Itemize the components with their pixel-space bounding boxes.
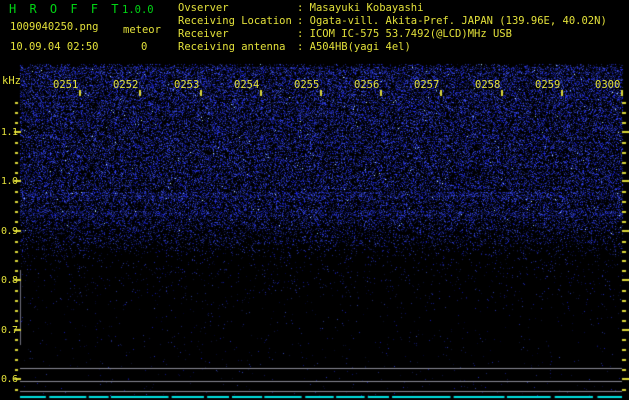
info-row: Receiving antenna: A504HB(yagi 4el) xyxy=(178,41,607,54)
info-label: Receiver xyxy=(178,28,229,40)
time-tick-label: 0251 xyxy=(53,79,79,91)
spectrogram-canvas xyxy=(0,0,629,400)
info-value: A504HB(yagi 4el) xyxy=(309,41,411,53)
info-label: Receiving antenna xyxy=(178,41,286,53)
time-tick-label: 0258 xyxy=(475,79,501,91)
app-version: 1.0.0 xyxy=(122,4,154,16)
time-tick-label: 0257 xyxy=(414,79,440,91)
mode-label: meteor xyxy=(123,24,161,36)
info-label: Ovserver xyxy=(178,2,229,14)
info-label: Receiving Location xyxy=(178,15,292,27)
meteor-count: 0 xyxy=(141,41,148,53)
time-tick-label: 0254 xyxy=(234,79,260,91)
freq-axis-unit: kHz xyxy=(2,75,21,87)
info-colon: : xyxy=(297,41,310,53)
info-colon: : xyxy=(297,28,310,40)
info-row: Ovserver: Masayuki Kobayashi xyxy=(178,2,607,15)
info-colon: : xyxy=(297,2,310,14)
info-value: ICOM IC-575 53.7492(@LCD)MHz USB xyxy=(309,28,512,40)
freq-tick-label: 0.7 xyxy=(1,325,18,336)
freq-tick-label: 1.1 xyxy=(1,127,18,138)
time-tick-label: 0300 xyxy=(595,79,621,91)
freq-tick-label: 0.9 xyxy=(1,226,18,237)
freq-tick-label: 0.8 xyxy=(1,275,18,286)
freq-tick-label: 1.0 xyxy=(1,176,18,187)
time-tick-label: 0253 xyxy=(174,79,200,91)
output-filename: 1009040250.png xyxy=(10,21,99,33)
info-value: Ogata-vill. Akita-Pref. JAPAN (139.96E, … xyxy=(309,15,607,27)
station-info: Ovserver: Masayuki Kobayashi Receiving Lo… xyxy=(178,2,607,54)
timestamp: 10.09.04 02:50 xyxy=(10,41,99,53)
freq-tick-label: 0.6 xyxy=(1,374,18,385)
info-row: Receiving Location: Ogata-vill. Akita-Pr… xyxy=(178,15,607,28)
time-tick-label: 0255 xyxy=(294,79,320,91)
time-tick-label: 0256 xyxy=(354,79,380,91)
info-value: Masayuki Kobayashi xyxy=(309,2,424,14)
hrofft-window: H R O F F T 1.0.0 1009040250.png meteor … xyxy=(0,0,629,400)
info-colon: : xyxy=(297,15,310,27)
info-row: Receiver: ICOM IC-575 53.7492(@LCD)MHz U… xyxy=(178,28,607,41)
app-title: H R O F F T xyxy=(9,2,122,16)
time-tick-label: 0252 xyxy=(113,79,139,91)
time-tick-label: 0259 xyxy=(535,79,561,91)
